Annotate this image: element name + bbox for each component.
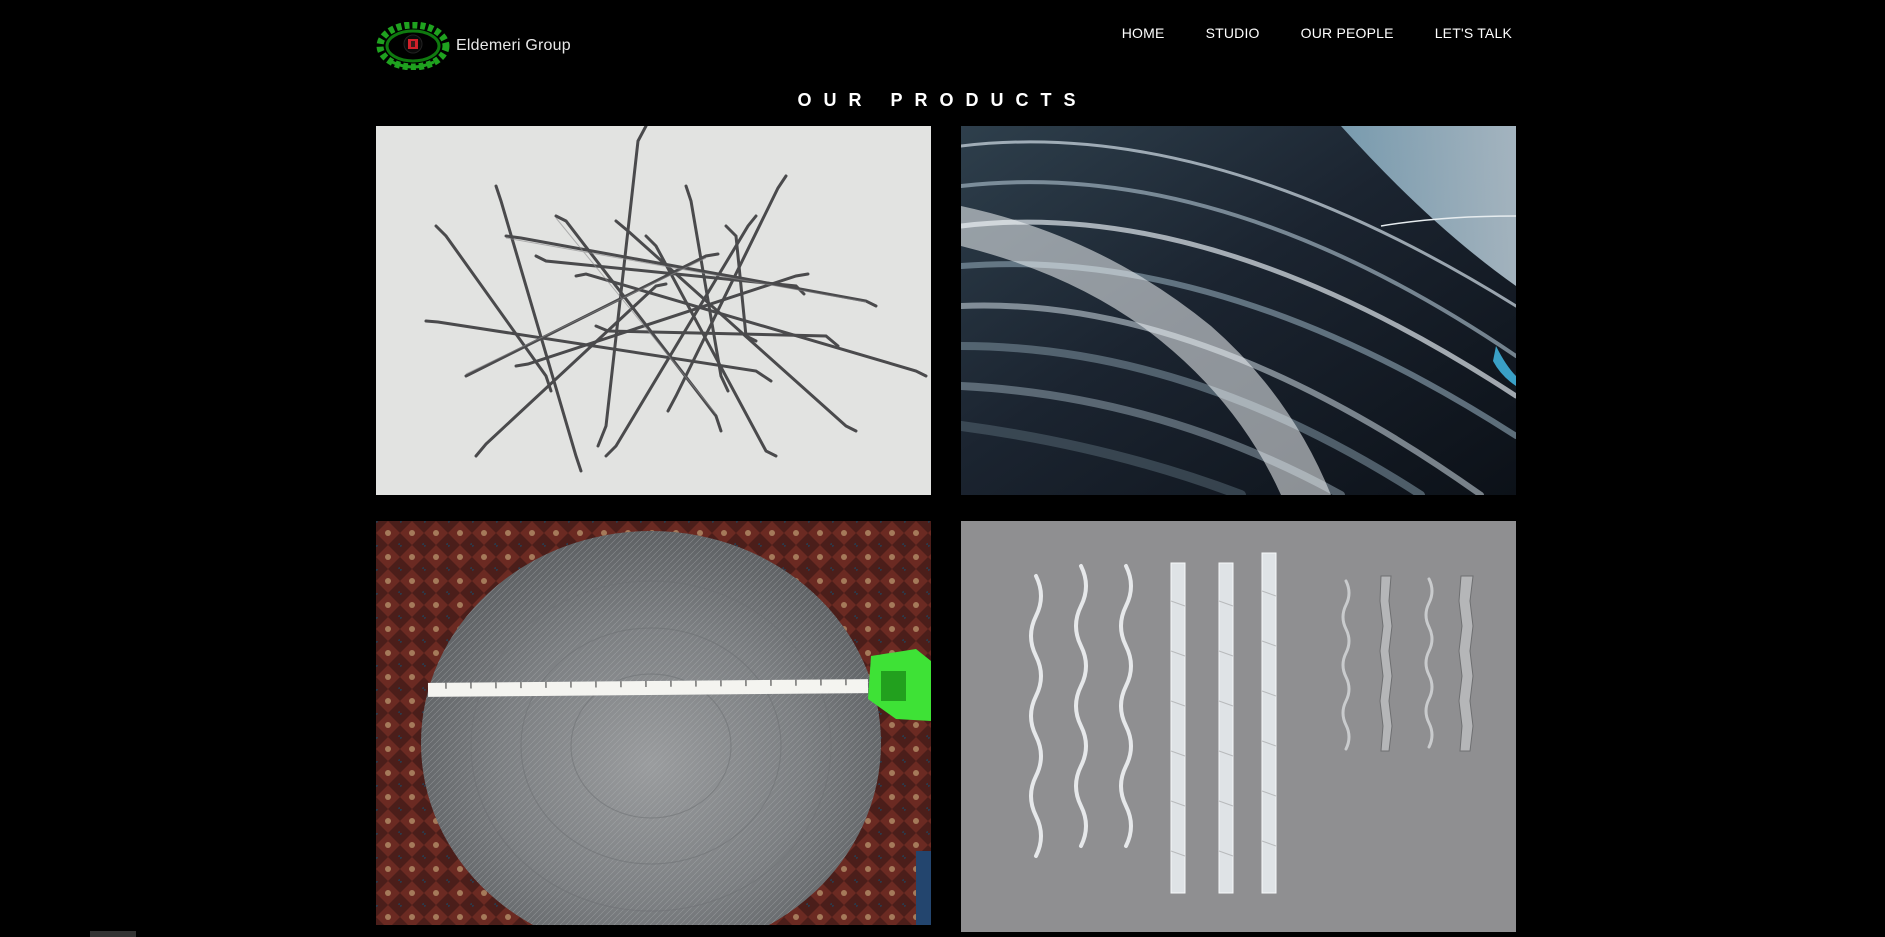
steel-wire-coil-closeup-image [961,126,1516,495]
laurel-wreath-logo-icon [376,22,450,70]
nav-lets-talk-link[interactable]: LET'S TALK [1435,25,1512,41]
product-image-wire-coil[interactable] [961,126,1516,495]
product-image-steel-fibers[interactable] [376,126,931,495]
corrugated-steel-fibers-image [961,521,1516,932]
page-title: OUR PRODUCTS [797,90,1088,111]
brand-name: Eldemeri Group [456,37,571,54]
steel-fiber-hooked-pile-image [376,126,931,495]
brand-logo-link[interactable]: Eldemeri Group [376,22,571,70]
nav-studio-link[interactable]: STUDIO [1206,25,1260,41]
product-image-steel-wool[interactable] [376,521,931,925]
horizontal-scrollbar-thumb[interactable] [90,931,136,937]
main-nav: HOME STUDIO OUR PEOPLE LET'S TALK [1122,25,1512,41]
product-image-corrugated-fibers[interactable] [961,521,1516,932]
steel-wool-pad-with-tape-measure-image [376,521,931,925]
nav-home-link[interactable]: HOME [1122,25,1165,41]
nav-our-people-link[interactable]: OUR PEOPLE [1301,25,1394,41]
